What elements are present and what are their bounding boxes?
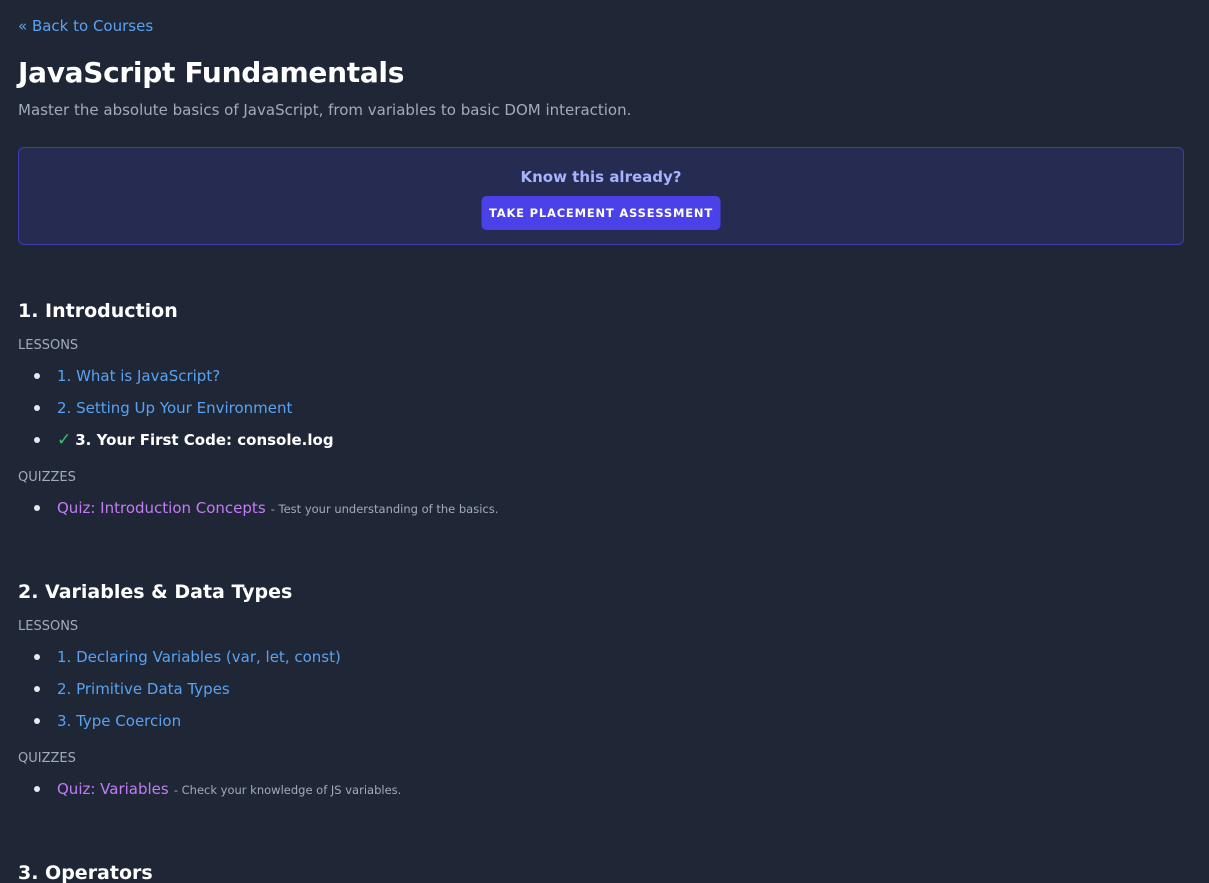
lesson-link[interactable]: 2. Setting Up Your Environment xyxy=(57,399,292,417)
bullet xyxy=(34,718,40,724)
lessons-label: LESSONS xyxy=(18,619,79,634)
quiz-description: - Check your knowledge of JS variables. xyxy=(173,783,402,797)
lesson-link[interactable]: 3. Type Coercion xyxy=(57,712,181,730)
lesson-list: 1. What is JavaScript? 2. Setting Up You… xyxy=(18,360,334,456)
quizzes-label: QUIZZES xyxy=(18,751,76,766)
placement-assessment-box: Know this already? TAKE PLACEMENT ASSESS… xyxy=(18,147,1184,245)
lesson-link[interactable]: 1. What is JavaScript? xyxy=(57,367,220,385)
bullet xyxy=(34,786,40,792)
course-title: JavaScript Fundamentals xyxy=(18,56,405,89)
bullet xyxy=(34,373,40,379)
quiz-link[interactable]: Quiz: Introduction Concepts xyxy=(57,499,266,517)
bullet xyxy=(34,505,40,511)
bullet xyxy=(34,654,40,660)
lesson-link[interactable]: 2. Primitive Data Types xyxy=(57,680,230,698)
quiz-description: - Test your understanding of the basics. xyxy=(270,502,499,516)
list-item: 2. Primitive Data Types xyxy=(18,673,341,705)
bullet xyxy=(34,686,40,692)
quiz-link[interactable]: Quiz: Variables xyxy=(57,780,169,798)
section-title: 1. Introduction xyxy=(18,300,178,322)
list-item: ✓ 3. Your First Code: console.log xyxy=(18,424,334,456)
bullet xyxy=(34,405,40,411)
lesson-link-completed[interactable]: 3. Your First Code: console.log xyxy=(75,431,333,449)
section-title: 2. Variables & Data Types xyxy=(18,581,293,603)
back-to-courses-link[interactable]: « Back to Courses xyxy=(18,17,153,35)
lessons-label: LESSONS xyxy=(18,338,79,353)
list-item: 2. Setting Up Your Environment xyxy=(18,392,334,424)
list-item: 1. Declaring Variables (var, let, const) xyxy=(18,641,341,673)
quiz-list: Quiz: Variables - Check your knowledge o… xyxy=(18,773,401,805)
take-placement-assessment-button[interactable]: TAKE PLACEMENT ASSESSMENT xyxy=(481,196,721,230)
bullet xyxy=(34,437,40,443)
course-description: Master the absolute basics of JavaScript… xyxy=(18,101,632,119)
list-item: Quiz: Introduction Concepts - Test your … xyxy=(18,492,498,524)
check-icon: ✓ xyxy=(57,430,72,450)
section-title: 3. Operators xyxy=(18,862,153,883)
lesson-list: 1. Declaring Variables (var, let, const)… xyxy=(18,641,341,737)
list-item: 1. What is JavaScript? xyxy=(18,360,334,392)
placement-question: Know this already? xyxy=(520,168,682,186)
lesson-link[interactable]: 1. Declaring Variables (var, let, const) xyxy=(57,648,341,666)
list-item: Quiz: Variables - Check your knowledge o… xyxy=(18,773,401,805)
quizzes-label: QUIZZES xyxy=(18,470,76,485)
quiz-list: Quiz: Introduction Concepts - Test your … xyxy=(18,492,498,524)
list-item: 3. Type Coercion xyxy=(18,705,341,737)
